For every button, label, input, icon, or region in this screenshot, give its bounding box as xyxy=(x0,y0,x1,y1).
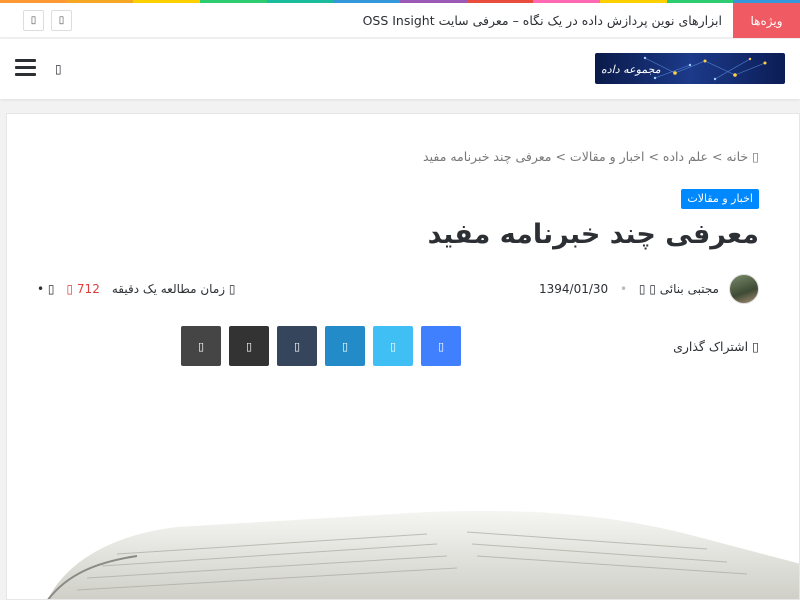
print-share-button[interactable]: ▯ xyxy=(229,326,269,366)
post-date: 1394/01/30 xyxy=(539,282,609,296)
email-share-button[interactable]: ▯ xyxy=(181,326,221,366)
views-count: 712 ▯ xyxy=(66,282,100,296)
chevron-right-icon: ▯ xyxy=(58,15,65,26)
breaking-news-ticker[interactable]: ابزارهای نوین پردازش داده در یک نگاه – م… xyxy=(363,3,722,38)
logo-image: مجموعه داده xyxy=(595,53,785,84)
post-meta-stats: ▯ • 712 ▯ ▯ زمان مطالعه یک دقیقه xyxy=(37,282,235,296)
breadcrumb-current: معرفی چند خبرنامه مفید xyxy=(423,149,552,164)
share-label: ▯ اشتراک گذاری xyxy=(673,339,759,354)
featured-image xyxy=(7,384,799,599)
facebook-share-button[interactable]: ▯ xyxy=(421,326,461,366)
author-avatar[interactable] xyxy=(729,274,759,304)
mail-icon[interactable]: ▯ xyxy=(639,282,646,296)
post-meta-author-date: مجتبی بنائی ▯ ▯ • 1394/01/30 xyxy=(539,282,719,296)
tumblr-share-button[interactable]: ▯ xyxy=(277,326,317,366)
reading-time: ▯ زمان مطالعه یک دقیقه xyxy=(111,282,236,296)
post-title: معرفی چند خبرنامه مفید xyxy=(427,219,759,250)
chevron-left-icon: ▯ xyxy=(30,15,37,26)
top-bar: ویژه‌ها ابزارهای نوین پردازش داده در یک … xyxy=(0,3,800,38)
category-badge[interactable]: اخبار و مقالات xyxy=(681,189,759,209)
linkedin-share-button[interactable]: ▯ xyxy=(325,326,365,366)
ticker-prev-button[interactable]: ▯ xyxy=(23,10,44,31)
site-logo[interactable]: مجموعه داده xyxy=(595,53,785,84)
breadcrumb: ▯ خانه > علم داده > اخبار و مقالات > معر… xyxy=(423,149,759,164)
trending-badge: ویژه‌ها xyxy=(733,3,800,38)
breadcrumb-category[interactable]: علم داده xyxy=(663,149,708,164)
search-icon[interactable]: ▯ xyxy=(55,62,62,76)
breadcrumb-subcategory[interactable]: اخبار و مقالات xyxy=(570,149,645,164)
ticker-next-button[interactable]: ▯ xyxy=(51,10,72,31)
comments-count[interactable]: ▯ • xyxy=(37,282,55,296)
breadcrumb-home[interactable]: خانه xyxy=(726,149,748,164)
article-card: ▯ خانه > علم داده > اخبار و مقالات > معر… xyxy=(6,113,800,600)
author-name[interactable]: مجتبی بنائی xyxy=(660,282,719,296)
hamburger-menu-icon[interactable] xyxy=(15,59,36,77)
site-header: مجموعه داده ▯ xyxy=(0,39,800,99)
twitter-share-button[interactable]: ▯ xyxy=(373,326,413,366)
newspaper-image xyxy=(47,510,799,599)
home-icon: ▯ xyxy=(752,149,759,164)
user-icon: ▯ xyxy=(649,282,656,296)
logo-text: مجموعه داده xyxy=(601,63,661,76)
